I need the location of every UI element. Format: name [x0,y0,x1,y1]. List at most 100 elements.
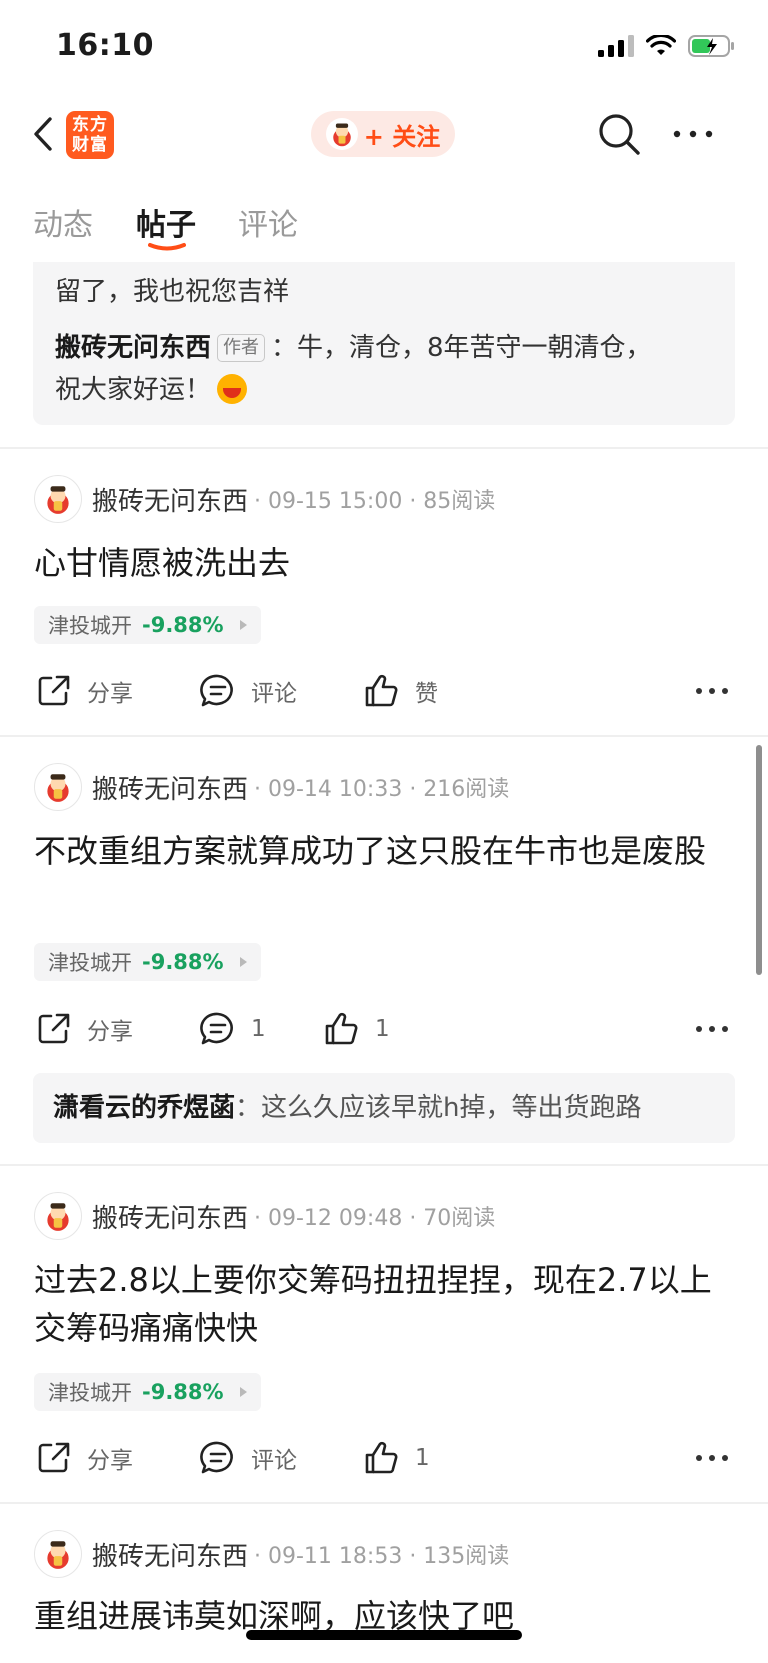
share-label: 分享 [87,681,133,707]
laugh-emoji-icon [217,374,248,404]
play-arrow-icon [239,620,247,630]
share-label: 分享 [87,1019,133,1045]
share-button[interactable]: 分享 [35,1432,133,1484]
author-badge: 作者 [217,334,266,362]
home-indicator[interactable] [246,1630,522,1640]
post-title[interactable]: 心甘情愿被洗出去 [34,539,734,587]
status-time: 16:10 [56,28,154,63]
post-title[interactable]: 不改重组方案就算成功了这只股在牛市也是废股 [34,827,734,875]
stock-change: -9.88% [142,950,224,974]
like-icon [365,1441,398,1474]
avatar [325,118,358,150]
avatar[interactable] [34,475,82,523]
post-actions: 分享 评论 赞 [0,665,768,717]
tab-dynamics[interactable]: 动态 [33,200,93,244]
quote-box: 留了，我也祝您吉祥 搬砖无问东西 作者 ：牛，清仓，8年苦守一朝清仓， 祝大家好运！ [33,262,735,425]
comment-icon [200,1441,233,1474]
post-time-reads: · 09-12 09:48 · 70阅读 [254,1206,496,1231]
like-button[interactable]: 1 [323,1003,390,1055]
quote-text: 祝大家好运！ [55,375,212,405]
reply-text: ：这么久应该早就h掉，等出货跑路 [235,1093,642,1123]
post-time-reads: · 09-14 10:33 · 216阅读 [254,777,510,802]
wifi-icon [646,35,676,55]
post-meta: 搬砖无问东西 · 09-12 09:48 · 70阅读 [34,1192,495,1240]
quote-line: 留了，我也祝您吉祥 [55,277,290,307]
comment-button[interactable]: 评论 [199,665,297,717]
share-button[interactable]: 分享 [35,1003,133,1055]
more-icon[interactable] [695,682,729,700]
follow-button[interactable]: + 关注 [311,111,455,157]
share-icon [38,1013,70,1044]
like-button[interactable]: 1 [363,1432,430,1484]
like-count: 1 [375,1016,390,1042]
back-icon[interactable] [26,113,62,155]
stock-name: 津投城开 [48,1381,132,1405]
tab-posts[interactable]: 帖子 [136,200,196,244]
stock-change: -9.88% [142,613,224,637]
quote-line: 祝大家好运！ [55,370,248,410]
like-icon [325,1012,358,1045]
post-time-reads: · 09-11 18:53 · 135阅读 [254,1544,510,1569]
post-author[interactable]: 搬砖无问东西 [92,769,248,806]
comment-button[interactable]: 1 [199,1003,266,1055]
reply-preview[interactable]: 潇看云的乔煜菡：这么久应该早就h掉，等出货跑路 [33,1073,735,1143]
play-arrow-icon [239,957,247,967]
post-author[interactable]: 搬砖无问东西 [92,1536,248,1573]
stock-name: 津投城开 [48,614,132,638]
stock-name: 津投城开 [48,951,132,975]
signal-icon [598,35,634,57]
scrollbar[interactable] [756,745,762,975]
stock-change: -9.88% [142,1380,224,1404]
reply-user[interactable]: 潇看云的乔煜菡 [53,1093,235,1123]
more-icon[interactable] [672,125,714,143]
post-time-reads: · 09-15 15:00 · 85阅读 [254,489,496,514]
status-icons [598,34,736,58]
share-icon [38,1442,70,1473]
divider [0,735,768,737]
quote-line: 搬砖无问东西 作者 ：牛，清仓，8年苦守一朝清仓， [55,328,652,368]
post-actions: 分享 评论 1 [0,1432,768,1484]
share-label: 分享 [87,1448,133,1474]
like-button[interactable]: 赞 [363,665,438,717]
like-icon [365,674,398,707]
divider [0,1502,768,1504]
battery-icon [688,35,734,57]
share-button[interactable]: 分享 [35,665,133,717]
nav-bar: 东方财富 + 关注 [0,95,768,175]
post-actions: 分享 1 1 [0,1003,768,1055]
app-logo[interactable]: 东方财富 [66,111,114,159]
share-icon [38,675,70,706]
post-meta: 搬砖无问东西 · 09-14 10:33 · 216阅读 [34,763,509,811]
avatar[interactable] [34,1530,82,1578]
search-icon[interactable] [596,111,642,157]
quote-author[interactable]: 搬砖无问东西 [55,333,211,363]
tab-comments[interactable]: 评论 [238,200,298,244]
comment-label: 评论 [251,681,297,707]
comment-label: 评论 [251,1448,297,1474]
avatar[interactable] [34,1192,82,1240]
post-author[interactable]: 搬砖无问东西 [92,1198,248,1235]
stock-tag[interactable]: 津投城开 -9.88% [34,943,261,981]
comment-icon [200,674,233,707]
divider [0,1164,768,1166]
comment-icon [200,1012,233,1045]
post-author[interactable]: 搬砖无问东西 [92,481,248,518]
divider [0,447,768,449]
like-label: 赞 [415,681,438,707]
follow-label: + 关注 [363,122,441,151]
stock-tag[interactable]: 津投城开 -9.88% [34,1373,261,1411]
quote-text: ：牛，清仓，8年苦守一朝清仓， [271,333,652,363]
tab-underline [148,243,186,251]
avatar[interactable] [34,763,82,811]
like-count: 1 [415,1445,430,1471]
comment-button[interactable]: 评论 [199,1432,297,1484]
stock-tag[interactable]: 津投城开 -9.88% [34,606,261,644]
post-meta: 搬砖无问东西 · 09-15 15:00 · 85阅读 [34,475,495,523]
post-title[interactable]: 过去2.8以上要你交筹码扭扭捏捏，现在2.7以上交筹码痛痛快快 [34,1256,734,1352]
post-meta: 搬砖无问东西 · 09-11 18:53 · 135阅读 [34,1530,509,1578]
more-icon[interactable] [695,1020,729,1038]
more-icon[interactable] [695,1449,729,1467]
play-arrow-icon [239,1387,247,1397]
tab-bar: 动态 帖子 评论 [0,190,768,262]
status-bar: 16:10 [0,0,768,95]
